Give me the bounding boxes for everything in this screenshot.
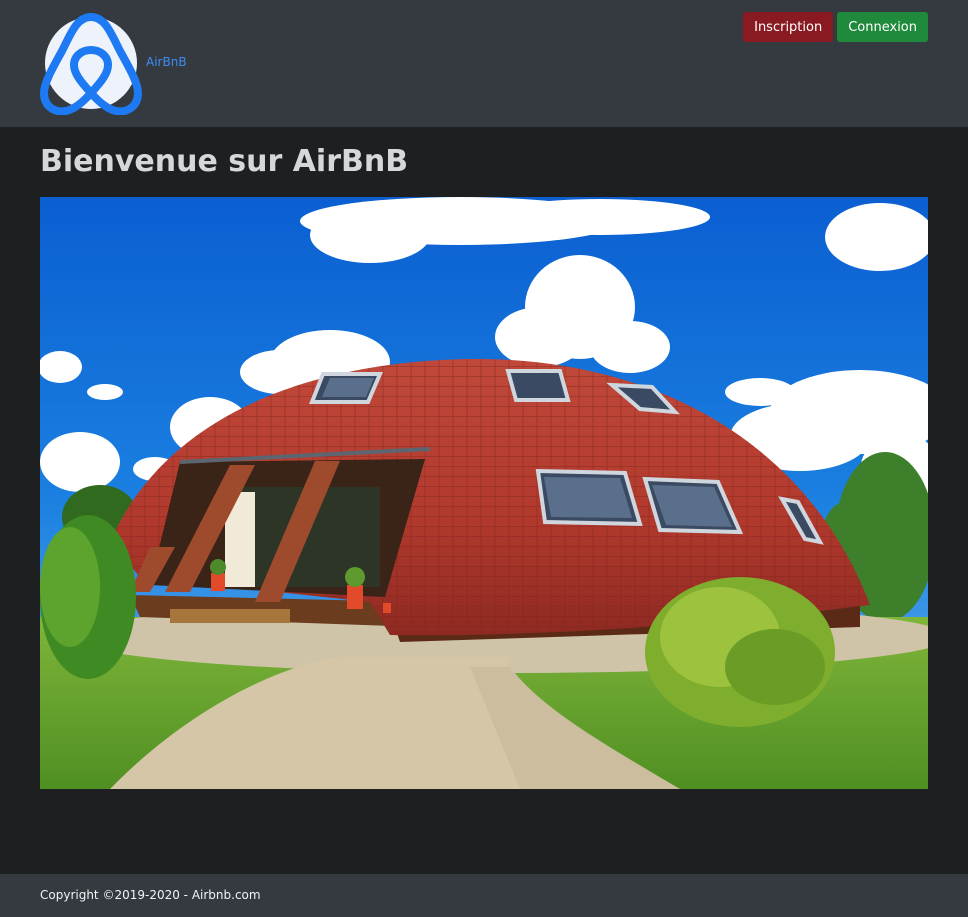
copyright-text: Copyright ©2019-2020 - Airbnb.com [40,888,261,902]
page-title: Bienvenue sur AirBnB [40,144,409,179]
login-button[interactable]: Connexion [837,12,928,42]
footer: Copyright ©2019-2020 - Airbnb.com [0,874,968,917]
airbnb-logo-icon [40,13,142,115]
hero-image-dome-house [40,197,928,789]
auth-buttons: Inscription Connexion [743,12,928,42]
brand-name[interactable]: AirBnB [146,55,187,69]
signup-button[interactable]: Inscription [743,12,834,42]
brand-link[interactable]: AirBnB [40,11,187,115]
navbar: AirBnB Inscription Connexion [0,0,968,127]
